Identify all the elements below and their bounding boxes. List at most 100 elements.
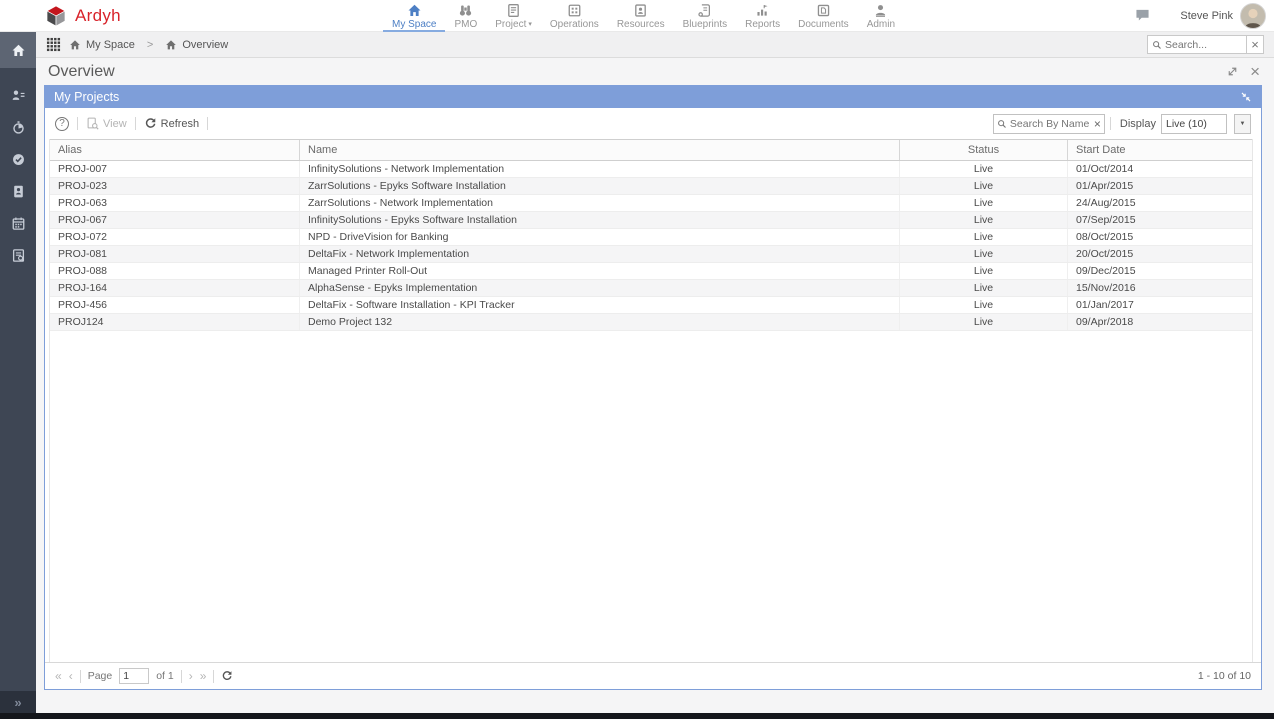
pagination-bar: « ‹ Page of 1 › » 1 - 10 of 10 [45,662,1261,689]
cell-alias: PROJ-164 [50,280,300,296]
search-by-name-input[interactable] [1010,118,1091,130]
column-header-alias[interactable]: Alias [50,140,300,160]
sidebar-item-calendar[interactable] [0,207,36,239]
table-row[interactable]: PROJ-164 AlphaSense - Epyks Implementati… [50,280,1252,297]
cell-name: NPD - DriveVision for Banking [300,229,900,245]
chevron-down-icon[interactable]: ▼ [1234,114,1251,134]
home-icon [11,43,26,58]
cell-alias: PROJ-023 [50,178,300,194]
table-row[interactable]: PROJ-456 DeltaFix - Software Installatio… [50,297,1252,314]
close-icon[interactable]: × [1250,65,1260,78]
refresh-icon[interactable] [221,670,233,682]
top-nav: My Space PMO Project ▾ [383,0,904,32]
toolbar-separator [77,117,78,130]
cell-alias: PROJ-063 [50,195,300,211]
nav-item-pmo[interactable]: PMO [445,0,486,32]
chevron-down-icon: ▾ [528,20,532,28]
avatar[interactable] [1240,3,1266,29]
nav-item-blueprints[interactable]: Blueprints [674,0,736,32]
sidebar-item-id-card[interactable] [0,175,36,207]
sidebar-item-home[interactable] [0,32,36,68]
sidebar-item-timer[interactable] [0,111,36,143]
first-page-button[interactable]: « [55,670,62,682]
cell-name: DeltaFix - Software Installation - KPI T… [300,297,900,313]
toolbar-separator [135,117,136,130]
search-icon [1152,40,1162,50]
cell-status: Live [900,212,1068,228]
table-row[interactable]: PROJ-072 NPD - DriveVision for Banking L… [50,229,1252,246]
expand-icon[interactable] [1226,65,1239,78]
resource-card-icon [633,3,648,18]
table-row[interactable]: PROJ-023 ZarrSolutions - Epyks Software … [50,178,1252,195]
logo-cube-icon [44,4,68,28]
cell-alias: PROJ-007 [50,161,300,177]
table-row[interactable]: PROJ-007 InfinitySolutions - Network Imp… [50,161,1252,178]
nav-item-operations[interactable]: Operations [541,0,608,32]
cell-start-date: 09/Apr/2018 [1068,314,1252,330]
sidebar-spacer [0,271,36,691]
nav-item-admin[interactable]: Admin [858,0,904,32]
left-sidebar: » [0,32,36,713]
prev-page-button[interactable]: ‹ [69,670,73,682]
panel-title: My Projects [54,90,119,104]
column-header-name[interactable]: Name [300,140,900,160]
nav-label: Reports [745,19,780,30]
table-row[interactable]: PROJ124 Demo Project 132 Live 09/Apr/201… [50,314,1252,331]
cell-start-date: 08/Oct/2015 [1068,229,1252,245]
nav-item-project[interactable]: Project ▾ [486,0,541,32]
view-button[interactable]: View [86,117,127,130]
cell-name: InfinitySolutions - Network Implementati… [300,161,900,177]
table-row[interactable]: PROJ-063 ZarrSolutions - Network Impleme… [50,195,1252,212]
collapse-icon[interactable] [1240,91,1252,103]
global-search-input[interactable] [1165,39,1242,51]
display-select[interactable]: Live (10) [1161,114,1227,134]
building-icon [567,3,582,18]
global-search-clear-button[interactable]: × [1247,35,1264,54]
refresh-button-label: Refresh [161,118,200,130]
nav-label: Blueprints [683,19,727,30]
sidebar-item-contacts[interactable] [0,79,36,111]
table-row[interactable]: PROJ-088 Managed Printer Roll-Out Live 0… [50,263,1252,280]
app-logo[interactable]: Ardyh [0,4,121,28]
my-projects-panel: My Projects ? View Refresh [44,85,1262,690]
nav-label: Documents [798,19,849,30]
top-header: Ardyh My Space PMO Project ▾ [0,0,1274,32]
admin-person-icon [873,3,888,18]
sidebar-expand-button[interactable]: » [0,691,36,713]
column-header-start-date[interactable]: Start Date [1068,140,1252,160]
help-button[interactable]: ? [55,117,69,131]
breadcrumb-overview[interactable]: Overview [165,39,228,51]
sidebar-item-approvals[interactable] [0,143,36,175]
global-search: × [1147,35,1264,54]
table-row[interactable]: PROJ-081 DeltaFix - Network Implementati… [50,246,1252,263]
nav-item-documents[interactable]: Documents [789,0,858,32]
id-card-icon [11,184,26,199]
page-number-input[interactable] [119,668,149,684]
column-header-status[interactable]: Status [900,140,1068,160]
chat-icon[interactable] [1135,8,1150,22]
cell-name: AlphaSense - Epyks Implementation [300,280,900,296]
cell-name: DeltaFix - Network Implementation [300,246,900,262]
nav-label: Project [495,19,526,30]
panel-header[interactable]: My Projects [45,86,1261,108]
timer-icon [11,120,26,135]
cell-status: Live [900,229,1068,245]
breadcrumb-label: Overview [182,39,228,51]
search-clear-icon[interactable]: × [1094,117,1101,131]
breadcrumb-my-space[interactable]: My Space [69,39,135,51]
avatar-image [1241,4,1265,28]
user-menu[interactable]: Steve Pink [1180,0,1266,32]
pagination-separator [213,670,214,683]
nav-item-reports[interactable]: Reports [736,0,789,32]
sidebar-item-notes[interactable] [0,239,36,271]
cell-status: Live [900,195,1068,211]
cell-start-date: 15/Nov/2016 [1068,280,1252,296]
table-row[interactable]: PROJ-067 InfinitySolutions - Epyks Softw… [50,212,1252,229]
last-page-button[interactable]: » [200,670,207,682]
refresh-button[interactable]: Refresh [144,117,200,130]
nav-item-my-space[interactable]: My Space [383,0,445,32]
apps-grid-icon[interactable] [46,37,61,52]
next-page-button[interactable]: › [189,670,193,682]
display-label: Display [1120,118,1156,130]
nav-item-resources[interactable]: Resources [608,0,674,32]
